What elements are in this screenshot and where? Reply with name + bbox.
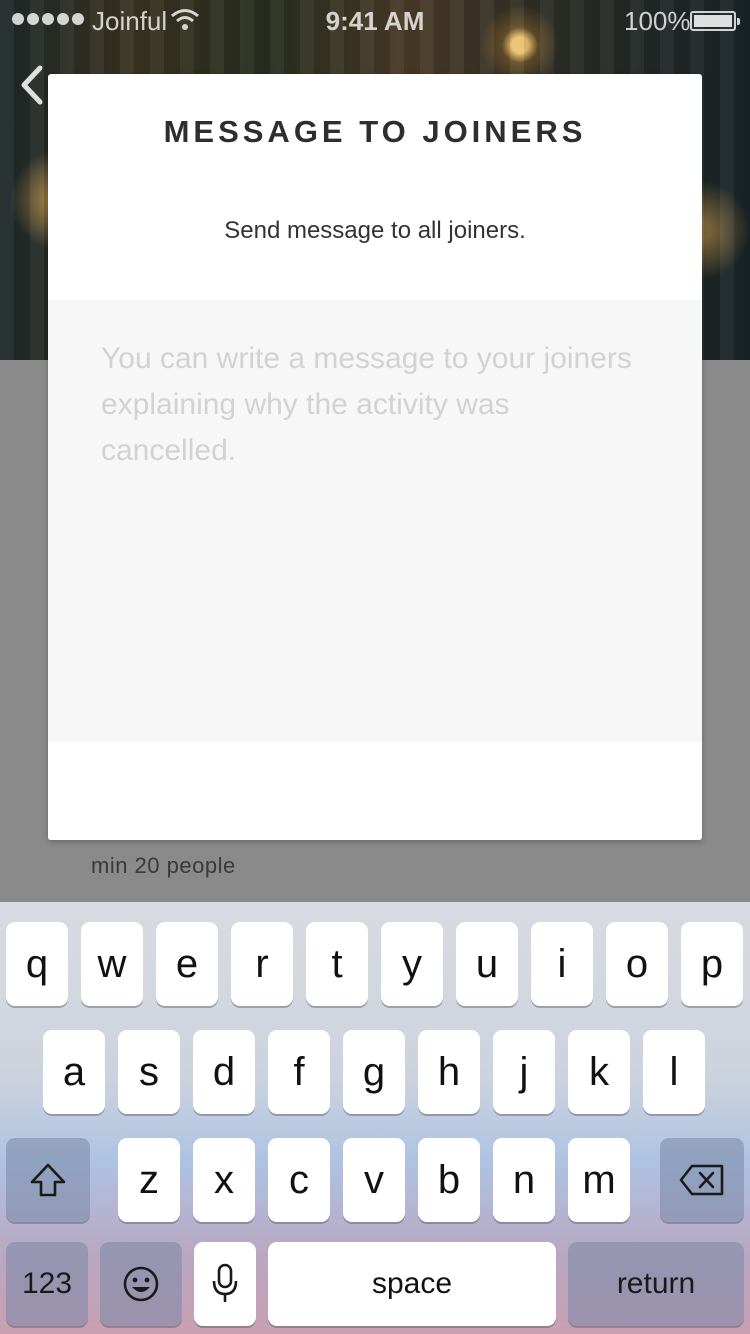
key-z[interactable]: z: [118, 1138, 180, 1222]
key-t[interactable]: t: [306, 922, 368, 1006]
key-p[interactable]: p: [681, 922, 743, 1006]
key-y[interactable]: y: [381, 922, 443, 1006]
key-a[interactable]: a: [43, 1030, 105, 1114]
key-i[interactable]: i: [531, 922, 593, 1006]
key-m[interactable]: m: [568, 1138, 630, 1222]
emoji-icon: [123, 1266, 159, 1302]
dialog-footer: [48, 742, 702, 840]
key-c[interactable]: c: [268, 1138, 330, 1222]
key-o[interactable]: o: [606, 922, 668, 1006]
shift-icon: [30, 1163, 66, 1197]
key-n[interactable]: n: [493, 1138, 555, 1222]
key-v[interactable]: v: [343, 1138, 405, 1222]
key-h[interactable]: h: [418, 1030, 480, 1114]
key-x[interactable]: x: [193, 1138, 255, 1222]
key-b[interactable]: b: [418, 1138, 480, 1222]
min-people-label: min 20 people: [91, 853, 236, 878]
key-g[interactable]: g: [343, 1030, 405, 1114]
key-q[interactable]: q: [6, 922, 68, 1006]
return-key[interactable]: return: [568, 1242, 744, 1326]
key-d[interactable]: d: [193, 1030, 255, 1114]
chevron-left-icon[interactable]: [14, 62, 50, 108]
status-bar: Joinful 9:41 AM 100%: [0, 0, 750, 40]
key-k[interactable]: k: [568, 1030, 630, 1114]
key-f[interactable]: f: [268, 1030, 330, 1114]
shift-key[interactable]: [6, 1138, 90, 1222]
key-e[interactable]: e: [156, 922, 218, 1006]
message-input[interactable]: [48, 300, 702, 742]
dictation-key[interactable]: [194, 1242, 256, 1326]
onscreen-keyboard: q w e r t y u i o p a s d f g h j k l z …: [0, 902, 750, 1334]
battery-icon: [690, 11, 740, 31]
battery-percentage: 100%: [624, 6, 691, 36]
key-l[interactable]: l: [643, 1030, 705, 1114]
numbers-key[interactable]: 123: [6, 1242, 88, 1326]
dialog-title: MESSAGE TO JOINERS: [163, 114, 587, 149]
message-to-joiners-dialog: MESSAGE TO JOINERS Send message to all j…: [48, 74, 702, 840]
backspace-icon: [679, 1164, 724, 1196]
key-u[interactable]: u: [456, 922, 518, 1006]
key-j[interactable]: j: [493, 1030, 555, 1114]
microphone-icon: [212, 1263, 238, 1302]
delete-key[interactable]: [660, 1138, 744, 1222]
space-key[interactable]: space: [268, 1242, 556, 1326]
key-r[interactable]: r: [231, 922, 293, 1006]
emoji-key[interactable]: [100, 1242, 182, 1326]
dialog-subtitle: Send message to all joiners.: [224, 217, 526, 244]
key-s[interactable]: s: [118, 1030, 180, 1114]
key-w[interactable]: w: [81, 922, 143, 1006]
